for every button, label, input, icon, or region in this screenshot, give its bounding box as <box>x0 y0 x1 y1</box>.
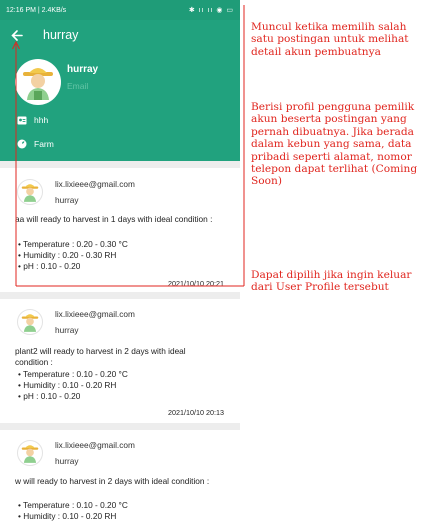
back-button[interactable] <box>0 20 34 50</box>
condition-item: • Temperature : 0.10 - 0.20 °C <box>18 500 128 510</box>
post-date: 2021/10/10 20:13 <box>168 408 224 417</box>
condition-item: • pH : 0.10 - 0.20 <box>18 260 81 271</box>
profile-name: hurray <box>67 64 99 75</box>
post-card[interactable]: lix.lixieee@gmail.com hurray w will read… <box>0 430 240 522</box>
post-card[interactable]: lix.lixieee@gmail.com hurray aa will rea… <box>0 168 240 292</box>
farmer-avatar-icon <box>21 184 39 202</box>
condition-item: • Humidity : 0.10 - 0.20 RH <box>18 379 117 390</box>
post-avatar <box>17 309 43 335</box>
condition-item: • pH : 0.10 - 0.20 <box>18 390 81 401</box>
condition-item: • Humidity : 0.20 - 0.30 RH <box>18 249 117 260</box>
profile-header: hurray Email hhh Farm <box>0 50 240 161</box>
phone-screen: 12:16 PM | 2.4KB/s ✱ ıı ıı ◉ ▭ hurray hu… <box>0 0 240 522</box>
status-bar: 12:16 PM | 2.4KB/s ✱ ıı ıı ◉ ▭ <box>0 0 240 20</box>
post-text: plant2 will ready to harvest in 2 days w… <box>15 346 186 367</box>
plant-icon <box>16 139 28 149</box>
post-email: lix.lixieee@gmail.com <box>55 179 135 189</box>
post-username: hurray <box>55 325 79 335</box>
post-username: hurray <box>55 195 79 205</box>
avatar <box>15 59 61 105</box>
post-text: w will ready to harvest in 2 days with i… <box>15 476 210 486</box>
post-text: aa will ready to harvest in 1 days with … <box>15 214 213 224</box>
post-conditions: • Temperature : 0.20 - 0.30 °C • Humidit… <box>18 239 128 271</box>
farmer-avatar-icon <box>21 445 39 463</box>
annotation-note: Dapat dipilih jika ingin keluar dari Use… <box>251 269 412 294</box>
annotated-screenshot: 12:16 PM | 2.4KB/s ✱ ıı ıı ◉ ▭ hurray hu… <box>0 0 432 522</box>
post-email: lix.lixieee@gmail.com <box>55 309 135 319</box>
arrow-back-icon <box>11 29 23 41</box>
post-conditions: • Temperature : 0.10 - 0.20 °C • Humidit… <box>18 500 128 522</box>
profile-info-label: hhh <box>34 115 49 125</box>
page-title: hurray <box>43 28 79 42</box>
annotation-note: Berisi profil pengguna pemilik akun bese… <box>251 101 418 188</box>
condition-item: • Temperature : 0.10 - 0.20 °C <box>18 369 128 379</box>
profile-info-row: hhh <box>16 115 48 125</box>
post-date: 2021/10/10 20:21 <box>168 279 224 288</box>
condition-item: • Temperature : 0.20 - 0.30 °C <box>18 239 128 249</box>
status-text: 12:16 PM | 2.4KB/s <box>6 6 67 14</box>
farmer-avatar-icon <box>21 314 39 332</box>
post-conditions: • Temperature : 0.10 - 0.20 °C • Humidit… <box>18 369 128 401</box>
app-bar: hurray <box>0 20 240 50</box>
post-avatar <box>17 440 43 466</box>
profile-info-label: Farm <box>34 139 54 149</box>
post-username: hurray <box>55 456 79 466</box>
person-card-icon <box>16 116 28 125</box>
profile-info-row: Farm <box>16 139 54 149</box>
post-avatar <box>17 179 43 205</box>
annotation-note: Muncul ketika memilih salah satu posting… <box>251 21 409 58</box>
status-icons: ✱ ıı ıı ◉ ▭ <box>188 7 234 14</box>
farmer-avatar-icon <box>23 68 53 100</box>
condition-item: • Humidity : 0.10 - 0.20 RH <box>18 510 117 521</box>
post-card[interactable]: lix.lixieee@gmail.com hurray plant2 will… <box>0 299 240 423</box>
profile-email: Email <box>67 81 89 91</box>
post-email: lix.lixieee@gmail.com <box>55 440 135 450</box>
